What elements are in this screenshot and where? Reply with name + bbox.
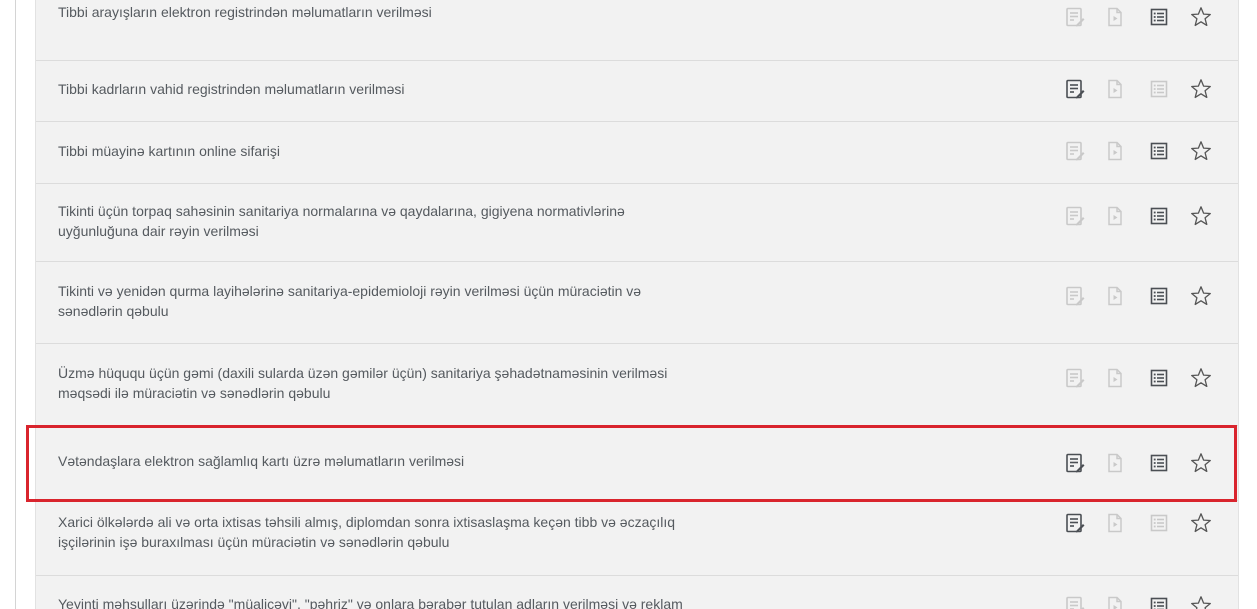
- list-icon[interactable]: [1147, 451, 1171, 475]
- service-actions: [1063, 451, 1218, 475]
- star-icon[interactable]: [1189, 594, 1213, 609]
- service-title[interactable]: Vətəndaşlara elektron sağlamlıq kartı üz…: [58, 451, 768, 471]
- service-row[interactable]: Xarici ölkələrdə ali və orta ixtisas təh…: [36, 501, 1238, 576]
- form-icon: [1063, 204, 1087, 228]
- video-doc-icon: [1103, 594, 1127, 609]
- service-row[interactable]: Tibbi arayışların elektron registrindən …: [36, 0, 1238, 61]
- list-icon[interactable]: [1147, 139, 1171, 163]
- video-doc-icon: [1103, 77, 1127, 101]
- form-icon[interactable]: [1063, 77, 1087, 101]
- service-title[interactable]: Üzmə hüququ üçün gəmi (daxili sularda üz…: [58, 363, 768, 403]
- service-title-line: Tibbi arayışların elektron registrindən …: [58, 4, 432, 20]
- list-icon[interactable]: [1147, 204, 1171, 228]
- service-title[interactable]: Tikinti və yenidən qurma layihələrinə sa…: [58, 281, 768, 321]
- service-title[interactable]: Tibbi kadrların vahid registrindən məlum…: [58, 79, 768, 99]
- service-row[interactable]: Tibbi kadrların vahid registrindən məlum…: [36, 61, 1238, 122]
- star-icon[interactable]: [1189, 139, 1213, 163]
- screen: Tibbi arayışların elektron registrindən …: [0, 0, 1257, 609]
- video-doc-icon: [1103, 139, 1127, 163]
- video-doc-icon: [1103, 284, 1127, 308]
- form-icon: [1063, 284, 1087, 308]
- service-row[interactable]: Yeyinti məhsulları üzərində "müalicəvi",…: [36, 576, 1238, 609]
- service-actions: [1063, 594, 1218, 609]
- service-row[interactable]: Tikinti və yenidən qurma layihələrinə sa…: [36, 262, 1238, 344]
- video-doc-icon: [1103, 366, 1127, 390]
- service-title-line: Yeyinti məhsulları üzərində "müalicəvi",…: [58, 596, 683, 609]
- service-row[interactable]: Tibbi müayinə kartının online sifarişi: [36, 122, 1238, 184]
- service-title-line: Tibbi müayinə kartının online sifarişi: [58, 143, 281, 159]
- service-title[interactable]: Tikinti üçün torpaq sahəsinin sanitariya…: [58, 201, 768, 241]
- service-title[interactable]: Xarici ölkələrdə ali və orta ixtisas təh…: [58, 512, 768, 552]
- service-actions: [1063, 77, 1218, 101]
- form-icon: [1063, 5, 1087, 29]
- service-title-line: Tikinti üçün torpaq sahəsinin sanitariya…: [58, 203, 625, 219]
- video-doc-icon: [1103, 5, 1127, 29]
- service-title[interactable]: Yeyinti məhsulları üzərində "müalicəvi",…: [58, 594, 768, 609]
- service-title-line: Tibbi kadrların vahid registrindən məlum…: [58, 81, 405, 97]
- star-icon[interactable]: [1189, 366, 1213, 390]
- star-icon[interactable]: [1189, 5, 1213, 29]
- form-icon: [1063, 139, 1087, 163]
- video-doc-icon: [1103, 204, 1127, 228]
- service-title[interactable]: Tibbi müayinə kartının online sifarişi: [58, 141, 768, 161]
- service-actions: [1063, 139, 1218, 163]
- list-icon: [1147, 77, 1171, 101]
- form-icon: [1063, 594, 1087, 609]
- service-list: Tibbi arayışların elektron registrindən …: [35, 0, 1239, 609]
- service-row[interactable]: Üzmə hüququ üçün gəmi (daxili sularda üz…: [36, 344, 1238, 426]
- form-icon[interactable]: [1063, 511, 1087, 535]
- service-title-line: uyğunluğuna dair rəyin verilməsi: [58, 223, 259, 239]
- list-icon[interactable]: [1147, 594, 1171, 609]
- form-icon: [1063, 366, 1087, 390]
- service-title-line: məqsədi ilə müraciətin və sənədlərin qəb…: [58, 385, 331, 401]
- star-icon[interactable]: [1189, 511, 1213, 535]
- star-icon[interactable]: [1189, 284, 1213, 308]
- service-title-line: Xarici ölkələrdə ali və orta ixtisas təh…: [58, 514, 676, 530]
- video-doc-icon: [1103, 511, 1127, 535]
- service-title[interactable]: Tibbi arayışların elektron registrindən …: [58, 2, 768, 22]
- video-doc-icon: [1103, 451, 1127, 475]
- service-title-line: Tikinti və yenidən qurma layihələrinə sa…: [58, 283, 642, 299]
- service-actions: [1063, 284, 1218, 308]
- service-title-line: sənədlərin qəbulu: [58, 303, 169, 319]
- list-icon[interactable]: [1147, 5, 1171, 29]
- star-icon[interactable]: [1189, 451, 1213, 475]
- service-actions: [1063, 5, 1218, 29]
- service-title-line: işçilərinin işə buraxılması üçün müraciə…: [58, 534, 450, 550]
- service-actions: [1063, 511, 1218, 535]
- page-left-border: [15, 0, 16, 609]
- star-icon[interactable]: [1189, 204, 1213, 228]
- service-actions: [1063, 204, 1218, 228]
- star-icon[interactable]: [1189, 77, 1213, 101]
- service-actions: [1063, 366, 1218, 390]
- service-row[interactable]: Tikinti üçün torpaq sahəsinin sanitariya…: [36, 184, 1238, 262]
- list-icon: [1147, 511, 1171, 535]
- service-title-line: Vətəndaşlara elektron sağlamlıq kartı üz…: [58, 453, 465, 469]
- service-title-line: Üzmə hüququ üçün gəmi (daxili sularda üz…: [58, 365, 668, 381]
- list-icon[interactable]: [1147, 284, 1171, 308]
- service-row-highlighted[interactable]: Vətəndaşlara elektron sağlamlıq kartı üz…: [36, 426, 1238, 501]
- form-icon[interactable]: [1063, 451, 1087, 475]
- list-icon[interactable]: [1147, 366, 1171, 390]
